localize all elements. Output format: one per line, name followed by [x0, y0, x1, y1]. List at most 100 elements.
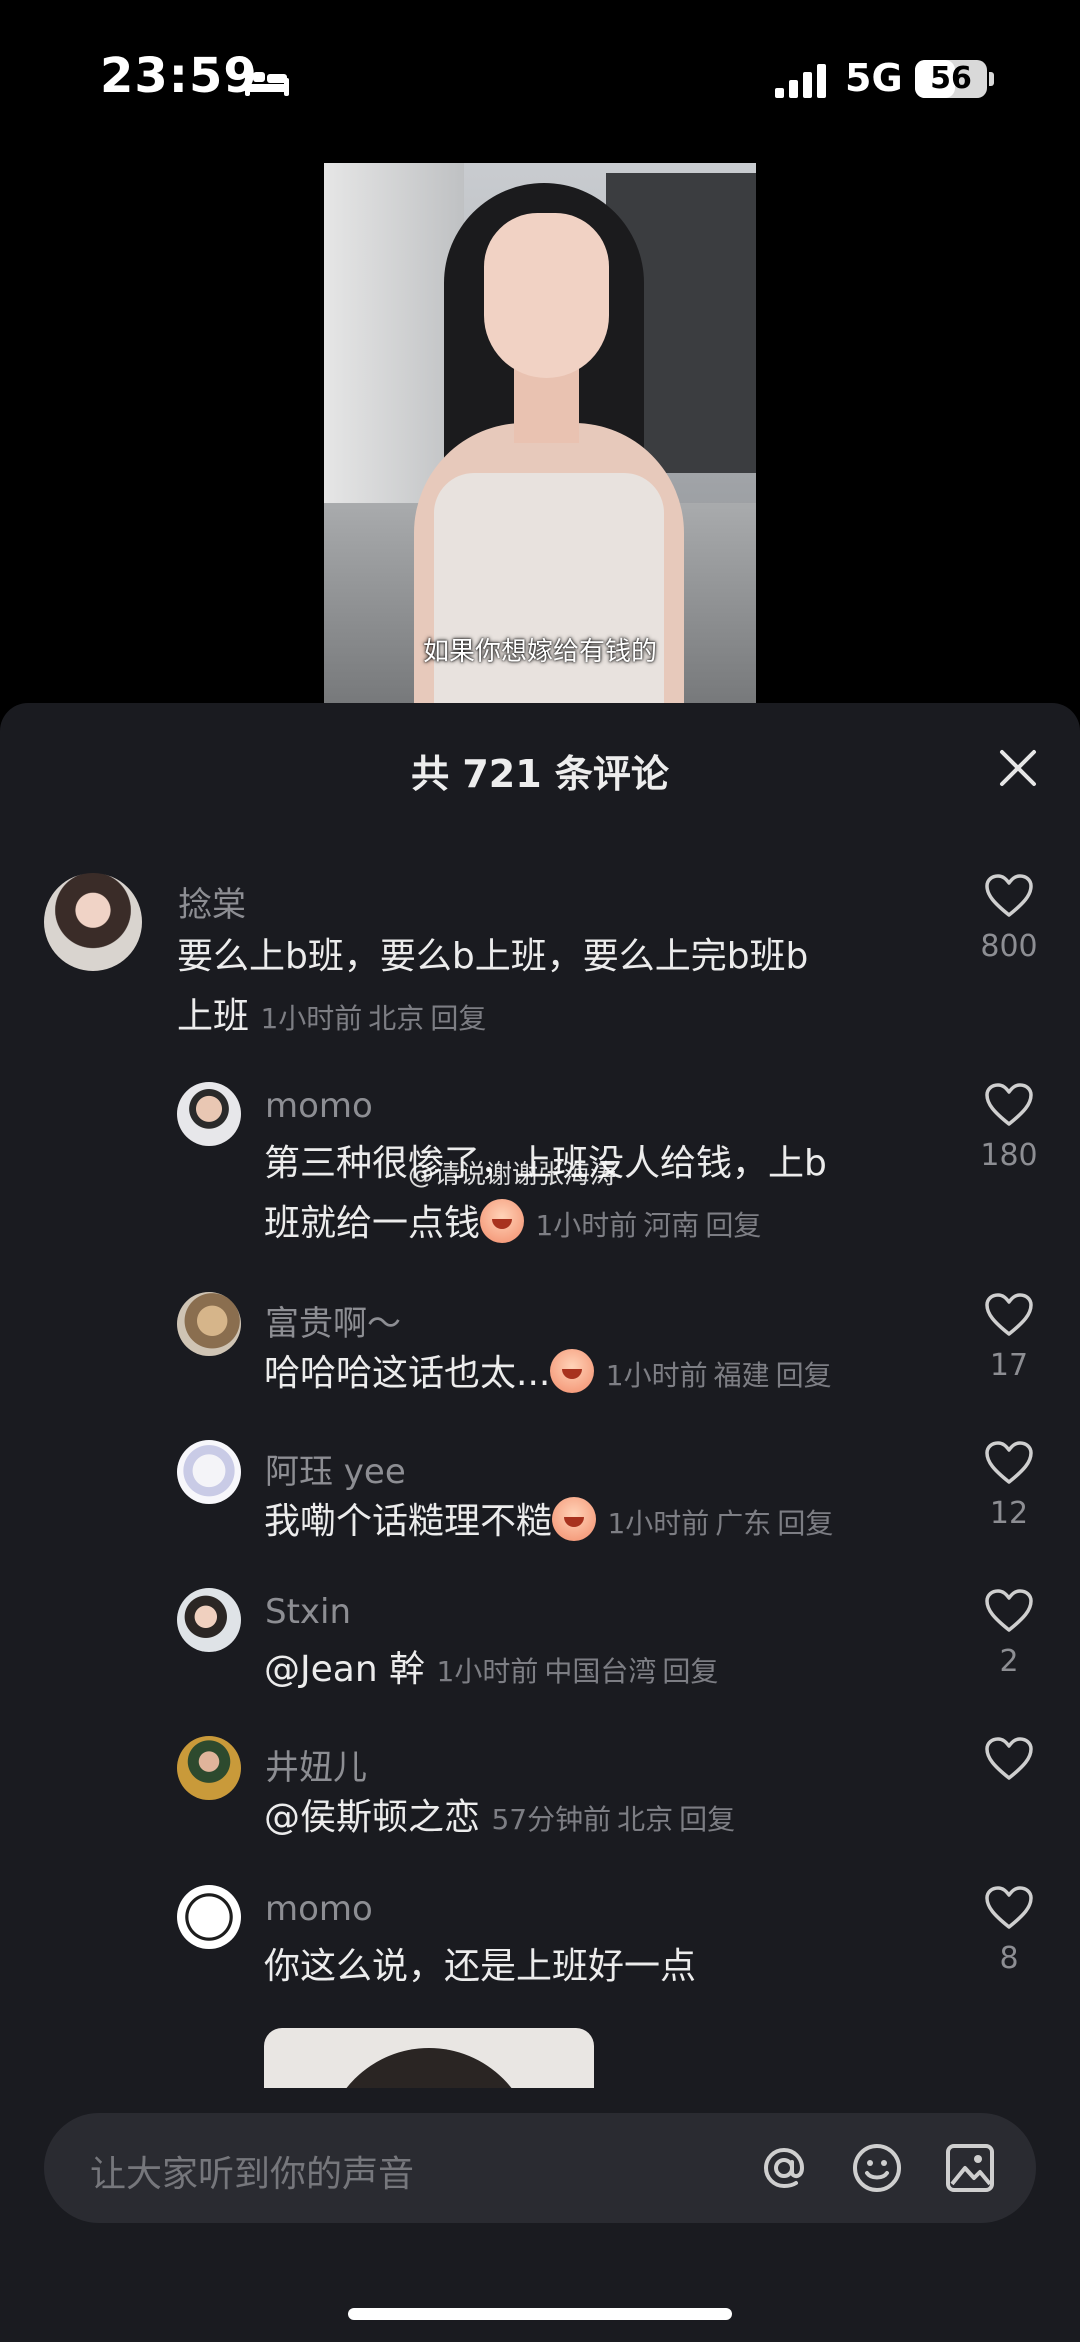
- reply-button[interactable]: 回复: [662, 1655, 718, 1688]
- comment-text-line: 上班 1小时前 北京 回复: [177, 987, 937, 1049]
- comment-time: 57分钟前: [491, 1803, 612, 1836]
- comment-username[interactable]: 井妞儿: [265, 1740, 367, 1789]
- comment-meta: 57分钟前 北京 回复: [491, 1803, 741, 1836]
- like-button[interactable]: 800: [970, 873, 1048, 964]
- comment-text-line: 你这么说，还是上班好一点: [264, 1946, 697, 1987]
- like-count: 12: [989, 1496, 1029, 1531]
- comment-text: 第三种很惨了，上班没人给钱，上b 班就给一点钱 1小时前 河南 回复: [264, 1134, 924, 1256]
- reply-button[interactable]: 回复: [776, 1359, 832, 1392]
- close-icon[interactable]: [998, 748, 1038, 788]
- comment-meta: 1小时前 福建 回复: [606, 1359, 838, 1392]
- comment-username[interactable]: 阿珏 yee: [265, 1444, 406, 1493]
- comment-time: 1小时前: [535, 1209, 638, 1242]
- comment-username[interactable]: 富贵啊～: [265, 1296, 401, 1345]
- watermark-text: @请说谢谢张海涛: [408, 1160, 617, 1190]
- comment-location: 广东: [715, 1507, 772, 1540]
- comment-text-line: 要么上b班，要么b上班，要么上完b班b: [177, 936, 809, 977]
- like-count: 180: [980, 1138, 1038, 1173]
- avatar[interactable]: [177, 1885, 241, 1949]
- comment-meta: 1小时前 北京 回复: [260, 1002, 492, 1035]
- video-person-face: [484, 213, 609, 378]
- comment-text-line: 班就给一点钱 1小时前 河南 回复: [264, 1194, 924, 1256]
- like-button[interactable]: 8: [970, 1885, 1048, 1976]
- reply-button[interactable]: 回复: [679, 1803, 735, 1836]
- at-mention-icon[interactable]: [754, 2138, 814, 2198]
- comment-input[interactable]: 让大家听到你的声音: [44, 2113, 1036, 2223]
- like-button[interactable]: 180: [970, 1082, 1048, 1173]
- bed-icon: [245, 68, 289, 96]
- comment-username[interactable]: 捻棠: [178, 877, 246, 926]
- like-count: 17: [989, 1348, 1029, 1383]
- like-count: 800: [980, 929, 1038, 964]
- heart-icon: [985, 1589, 1033, 1632]
- screen: 23:59 5G 56 如果你想嫁给有钱的 共 721 条评论 捻棠 要么上b班…: [0, 0, 1080, 2342]
- comment-text: 你这么说，还是上班好一点: [264, 1937, 924, 1997]
- comments-count-title: 共 721 条评论: [411, 752, 669, 796]
- heart-icon: [985, 1083, 1033, 1126]
- network-type: 5G: [845, 56, 903, 100]
- battery-icon: 56: [915, 60, 987, 98]
- image-icon[interactable]: [940, 2138, 1000, 2198]
- comment-location: 北京: [617, 1803, 674, 1836]
- comment-meta: 1小时前 河南 回复: [535, 1209, 767, 1242]
- status-bar: 23:59 5G 56: [0, 0, 1080, 150]
- like-button[interactable]: 2: [970, 1588, 1048, 1679]
- heart-icon: [985, 1293, 1033, 1336]
- avatar[interactable]: [177, 1588, 241, 1652]
- avatar[interactable]: [177, 1292, 241, 1356]
- comment-location: 福建: [713, 1359, 770, 1392]
- avatar[interactable]: [44, 873, 142, 971]
- comment-username[interactable]: Stxin: [265, 1592, 351, 1632]
- comment-input-placeholder: 让大家听到你的声音: [90, 2154, 415, 2195]
- heart-icon: [985, 874, 1033, 917]
- heart-icon: [985, 1441, 1033, 1484]
- blushing-emoji-icon: [550, 1349, 595, 1393]
- heart-icon: [985, 1737, 1033, 1780]
- like-button[interactable]: 12: [970, 1440, 1048, 1531]
- signal-strength-icon: [775, 64, 826, 98]
- comment-meta: 1小时前 广东 回复: [607, 1507, 839, 1540]
- comment-text: 哈哈哈这话也太... 1小时前 福建 回复: [264, 1344, 924, 1406]
- avatar[interactable]: [177, 1736, 241, 1800]
- comment-text-line: @Jean 幹: [264, 1649, 426, 1690]
- battery-percent: 56: [930, 61, 972, 96]
- comment-time: 1小时前: [607, 1507, 710, 1540]
- like-count: 8: [999, 1941, 1019, 1976]
- reply-button[interactable]: 回复: [430, 1002, 486, 1035]
- reply-button[interactable]: 回复: [705, 1209, 761, 1242]
- like-button[interactable]: 17: [970, 1292, 1048, 1383]
- comment-text: @Jean 幹 1小时前 中国台湾 回复: [264, 1640, 924, 1702]
- avatar[interactable]: [177, 1440, 241, 1504]
- emoji-icon[interactable]: [847, 2138, 907, 2198]
- battery-nub: [989, 72, 994, 86]
- video-subtitle: 如果你想嫁给有钱的: [422, 637, 657, 667]
- comment-image-preview[interactable]: [264, 2028, 594, 2088]
- comment-text-line: 哈哈哈这话也太...: [264, 1353, 551, 1394]
- comment-text-end: 班就给一点钱: [264, 1203, 481, 1244]
- comment-text: 我嘞个话糙理不糙 1小时前 广东 回复: [264, 1492, 924, 1554]
- comment-username[interactable]: momo: [265, 1889, 373, 1929]
- status-time: 23:59: [100, 48, 258, 104]
- reply-button[interactable]: 回复: [777, 1507, 833, 1540]
- comment-location: 河南: [643, 1209, 700, 1242]
- like-count: 2: [999, 1644, 1019, 1679]
- comment-time: 1小时前: [436, 1655, 539, 1688]
- video-player[interactable]: 如果你想嫁给有钱的: [324, 163, 756, 703]
- comment-text-line: 我嘞个话糙理不糙: [264, 1501, 553, 1542]
- crying-laughing-emoji-icon: [480, 1199, 525, 1243]
- like-button[interactable]: [970, 1736, 1048, 1792]
- comment-text-end: 上班: [177, 996, 250, 1037]
- comment-time: 1小时前: [605, 1359, 708, 1392]
- heart-icon: [985, 1886, 1033, 1929]
- comment-username[interactable]: momo: [265, 1086, 373, 1126]
- comment-text: 要么上b班，要么b上班，要么上完b班b 上班 1小时前 北京 回复: [177, 927, 937, 1049]
- video-person-top: [434, 473, 664, 703]
- blushing-emoji-icon: [552, 1497, 597, 1541]
- comment-text: @侯斯顿之恋 57分钟前 北京 回复: [264, 1788, 924, 1850]
- avatar[interactable]: [177, 1082, 241, 1146]
- home-indicator[interactable]: [348, 2308, 732, 2320]
- comment-time: 1小时前: [260, 1002, 363, 1035]
- comment-text-line: @侯斯顿之恋: [264, 1797, 481, 1838]
- comment-location: 中国台湾: [544, 1655, 657, 1688]
- comment-location: 北京: [368, 1002, 425, 1035]
